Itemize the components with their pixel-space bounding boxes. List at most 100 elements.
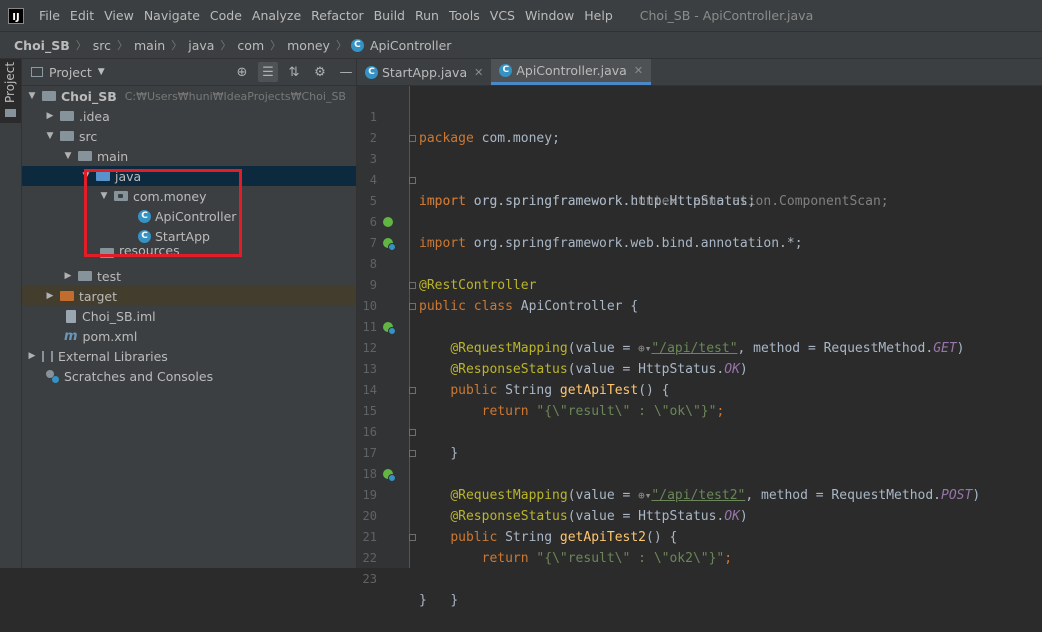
chevron-right-icon: 〉: [75, 39, 87, 52]
fold-icon[interactable]: [409, 534, 416, 541]
tree-row-choi-sb[interactable]: ▼ Choi_SB C:₩Users₩huni₩IdeaProjects₩Cho…: [22, 86, 356, 106]
spring-bean-icon[interactable]: [383, 217, 395, 229]
tree-row-src[interactable]: ▼ src: [22, 126, 356, 146]
spring-web-icon[interactable]: [383, 469, 396, 482]
project-tool-tab[interactable]: Project: [0, 59, 21, 123]
code-token: }: [450, 593, 459, 608]
code-line: 23 }: [357, 548, 1042, 608]
fold-icon[interactable]: [409, 135, 416, 142]
menu-edit[interactable]: Edit: [65, 8, 99, 23]
tree-row-test[interactable]: ▶ test: [22, 266, 356, 286]
chevron-right-icon: 〉: [270, 39, 282, 52]
code-line: 8 public class ApiController {: [357, 233, 1042, 314]
chevron-right-icon[interactable]: ▶: [44, 291, 56, 301]
code-line: 19 public String getApiTest2() {: [357, 464, 1042, 545]
close-icon[interactable]: ✕: [634, 64, 643, 77]
menu-tools[interactable]: Tools: [444, 8, 485, 23]
chevron-right-icon: 〉: [116, 39, 128, 52]
fold-icon[interactable]: [409, 303, 416, 310]
menu-view[interactable]: View: [99, 8, 139, 23]
menu-bar: IJ File Edit View Navigate Code Analyze …: [0, 0, 1042, 31]
code-line: 10 @RequestMapping(value = ⊕▾"/api/test"…: [357, 275, 1042, 356]
tree-row-pom[interactable]: m pom.xml: [22, 326, 356, 346]
locate-file-icon[interactable]: ⊕: [232, 62, 252, 82]
code-line: 13: [357, 338, 1042, 376]
menu-window[interactable]: Window: [520, 8, 579, 23]
window-title: Choi_SB - ApiController.java: [639, 8, 814, 23]
breadcrumb-com[interactable]: com: [235, 38, 266, 53]
tree-row-idea[interactable]: ▶ .idea: [22, 106, 356, 126]
spring-web-icon[interactable]: [383, 322, 396, 335]
breadcrumb-money[interactable]: money: [285, 38, 332, 53]
project-panel-header: Project ▼ ⊕ ☰ ⇅ ⚙ —: [22, 59, 356, 86]
module-folder-icon: [42, 91, 56, 101]
menu-run[interactable]: Run: [410, 8, 444, 23]
tree-label: Scratches and Consoles: [64, 368, 214, 384]
code-line: 3 import org.springframework.context.ann…: [357, 128, 1042, 209]
fold-icon[interactable]: [409, 429, 416, 436]
tab-startapp[interactable]: C StartApp.java ✕: [357, 59, 491, 85]
code-line: 5 import org.springframework.web.bind.an…: [357, 170, 1042, 251]
chevron-right-icon[interactable]: ▶: [44, 111, 56, 121]
chevron-down-icon[interactable]: ▼: [62, 151, 74, 161]
code-line: 16: [357, 401, 1042, 439]
folder-icon: [60, 131, 74, 141]
class-icon: C: [350, 38, 364, 52]
tab-label: StartApp.java: [382, 64, 468, 80]
menu-navigate[interactable]: Navigate: [139, 8, 205, 23]
tree-row-main[interactable]: ▼ main: [22, 146, 356, 166]
chevron-down-icon[interactable]: ▼: [98, 67, 105, 77]
fold-icon[interactable]: [409, 450, 416, 457]
collapse-all-icon[interactable]: ⇅: [284, 62, 304, 82]
tree-row-iml[interactable]: Choi_SB.iml: [22, 306, 356, 326]
menu-help[interactable]: Help: [579, 8, 618, 23]
chevron-right-icon[interactable]: ▶: [62, 271, 74, 281]
code-line: 18 @ResponseStatus(value = HttpStatus.OK…: [357, 443, 1042, 524]
breadcrumb: Choi_SB 〉 src 〉 main 〉 java 〉 com 〉 mone…: [0, 31, 1042, 59]
tree-row-target[interactable]: ▶ target: [22, 286, 356, 306]
menu-analyze[interactable]: Analyze: [247, 8, 306, 23]
code-line: 15 }: [357, 380, 1042, 461]
chevron-down-icon[interactable]: ▼: [26, 91, 38, 101]
code-line: 17 @RequestMapping(value = ⊕▾"/api/test2…: [357, 422, 1042, 503]
breadcrumb-project[interactable]: Choi_SB: [12, 38, 72, 53]
code-line: 9: [357, 254, 1042, 292]
menu-vcs[interactable]: VCS: [485, 8, 520, 23]
code-line: 1 package com.money;: [357, 86, 1042, 146]
minimize-icon[interactable]: —: [336, 62, 356, 82]
chevron-down-icon[interactable]: ▼: [44, 131, 56, 141]
code-line: 2: [357, 107, 1042, 145]
tree-label: target: [79, 288, 118, 304]
code-line: 21 return "{\"result\" : \"ok2\"}";: [357, 506, 1042, 566]
fold-icon[interactable]: [409, 177, 416, 184]
chevron-right-icon[interactable]: ▶: [26, 351, 38, 361]
fold-icon[interactable]: [409, 282, 416, 289]
tab-apicontroller[interactable]: C ApiController.java ✕: [491, 59, 652, 85]
close-icon[interactable]: ✕: [474, 66, 483, 79]
project-panel-title[interactable]: Project: [49, 65, 92, 80]
editor-tabs: C StartApp.java ✕ C ApiController.java ✕: [357, 59, 1042, 86]
tree-label: Choi_SB.iml: [82, 308, 156, 324]
spring-web-icon[interactable]: [383, 238, 396, 251]
tree-row-scratches[interactable]: Scratches and Consoles: [22, 366, 356, 386]
library-icon: [42, 350, 53, 362]
menu-build[interactable]: Build: [369, 8, 410, 23]
tree-row-external-libraries[interactable]: ▶ External Libraries: [22, 346, 356, 366]
code-editor[interactable]: 1 package com.money; 2 3 import org.spri…: [357, 86, 1042, 608]
fold-icon[interactable]: [409, 387, 416, 394]
project-tool-tab-label: Project: [3, 61, 17, 103]
menu-file[interactable]: File: [34, 8, 65, 23]
expand-all-icon[interactable]: ☰: [258, 62, 278, 82]
breadcrumb-apicontroller[interactable]: ApiController: [368, 38, 453, 53]
menu-code[interactable]: Code: [205, 8, 247, 23]
code-line: 20: [357, 485, 1042, 523]
code-token: }: [419, 593, 427, 608]
folder-icon: [60, 111, 74, 121]
breadcrumb-main[interactable]: main: [132, 38, 167, 53]
breadcrumb-src[interactable]: src: [91, 38, 113, 53]
tool-window-strip: Project: [0, 59, 22, 568]
menu-refactor[interactable]: Refactor: [306, 8, 368, 23]
gear-icon[interactable]: ⚙: [310, 62, 330, 82]
class-icon: C: [499, 64, 513, 77]
breadcrumb-java[interactable]: java: [186, 38, 216, 53]
